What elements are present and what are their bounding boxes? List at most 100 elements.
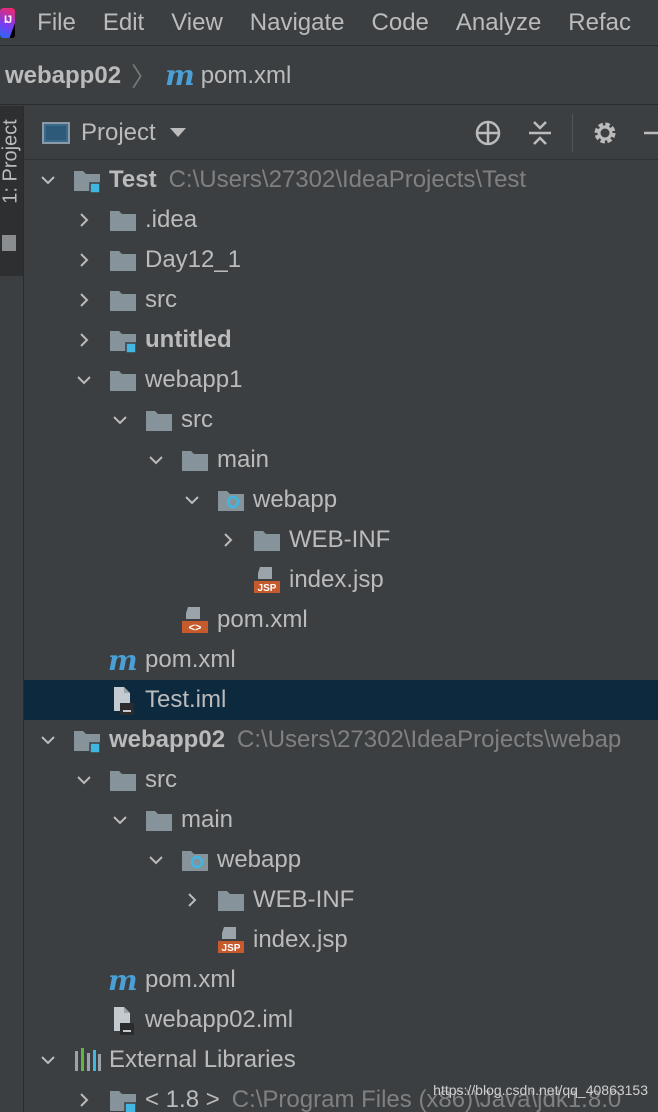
tree-row[interactable]: <> pom.xml <box>24 600 658 640</box>
chevron-right-icon[interactable] <box>72 320 96 360</box>
intellij-logo-icon[interactable]: IJ <box>0 7 16 38</box>
jdk-folder-icon <box>108 1085 138 1112</box>
tree-row[interactable]: webapp <box>24 840 658 880</box>
tree-path: C:\Users\27302\IdeaProjects\Test <box>168 166 527 193</box>
chevron-down-icon[interactable] <box>108 800 132 840</box>
folder-icon <box>252 525 282 555</box>
tree-row[interactable]: main <box>24 800 658 840</box>
tree-row[interactable]: Day12_1 <box>24 240 658 280</box>
svg-text:m: m <box>108 965 138 995</box>
folder-icon <box>180 445 210 475</box>
chevron-down-icon[interactable] <box>108 400 132 440</box>
tree-label: pom.xml <box>145 646 236 673</box>
folder-icon <box>108 285 138 315</box>
tree-label: Day12_1 <box>145 246 242 273</box>
tree-label: < 1.8 > <box>145 1086 220 1112</box>
tree-label: src <box>181 406 213 433</box>
collapse-all-icon[interactable] <box>525 118 555 148</box>
chevron-right-icon[interactable] <box>72 240 96 280</box>
tree-row[interactable]: m pom.xml <box>24 960 658 1000</box>
tree-row[interactable]: webapp <box>24 480 658 520</box>
hide-panel-icon[interactable] <box>640 118 658 148</box>
breadcrumb-separator: 〉 <box>131 62 158 92</box>
tree-label: .idea <box>145 206 198 233</box>
gear-icon[interactable] <box>590 118 620 148</box>
menu-code[interactable]: Code <box>372 9 429 37</box>
folder-icon <box>144 805 174 835</box>
chevron-down-icon[interactable] <box>169 128 186 137</box>
folder-icon <box>108 765 138 795</box>
tree-row[interactable]: main <box>24 440 658 480</box>
tree-row[interactable]: src <box>24 760 658 800</box>
menu-analyze[interactable]: Analyze <box>456 9 541 37</box>
menu-bar: IJ File Edit View Navigate Code Analyze … <box>0 0 658 46</box>
project-window-icon <box>42 121 70 144</box>
chevron-right-icon[interactable] <box>72 200 96 240</box>
tree-row[interactable]: WEB-INF <box>24 880 658 920</box>
tree-label: pom.xml <box>145 966 236 993</box>
tree-row[interactable]: JSP index.jsp <box>24 920 658 960</box>
tree-row[interactable]: src <box>24 400 658 440</box>
menu-file[interactable]: File <box>37 9 76 37</box>
chevron-down-icon[interactable] <box>180 480 204 520</box>
panel-title[interactable]: Project <box>81 119 156 147</box>
breadcrumb-project[interactable]: webapp02 <box>5 62 121 90</box>
tree-row[interactable]: Test C:\Users\27302\IdeaProjects\Test <box>24 160 658 200</box>
tree-row[interactable]: JSP index.jsp <box>24 560 658 600</box>
breadcrumb-file[interactable]: pom.xml <box>201 62 292 90</box>
tree-row[interactable]: WEB-INF <box>24 520 658 560</box>
svg-text:m: m <box>108 645 138 675</box>
tree-row[interactable]: untitled <box>24 320 658 360</box>
tree-row[interactable]: src <box>24 280 658 320</box>
tree-label: Test.iml <box>145 686 227 713</box>
tree-row[interactable]: webapp02 C:\Users\27302\IdeaProjects\weba… <box>24 720 658 760</box>
project-panel: Project Test C:\Users\27302\IdeaProjects\… <box>24 106 658 1112</box>
project-tree: Test C:\Users\27302\IdeaProjects\Test .ide… <box>24 160 658 1112</box>
chevron-down-icon[interactable] <box>36 160 60 200</box>
tree-row[interactable]: webapp1 <box>24 360 658 400</box>
chevron-right-icon[interactable] <box>72 280 96 320</box>
tree-path: C:\Users\27302\IdeaProjects\webap <box>237 726 622 753</box>
chevron-down-icon[interactable] <box>144 840 168 880</box>
chevron-right-icon[interactable] <box>216 520 240 560</box>
tree-row[interactable]: webapp02.iml <box>24 1000 658 1040</box>
tree-row[interactable]: m pom.xml <box>24 640 658 680</box>
tree-label: webapp02.iml <box>145 1006 294 1033</box>
project-tool-tab-label[interactable]: 1: Project <box>0 87 23 237</box>
tree-label: main <box>217 446 270 473</box>
locate-icon[interactable] <box>473 118 503 148</box>
chevron-down-icon[interactable] <box>36 720 60 760</box>
tree-label: main <box>181 806 234 833</box>
chevron-down-icon[interactable] <box>72 760 96 800</box>
tree-label: src <box>145 766 177 793</box>
watermark: https://blog.csdn.net/qq_40863153 <box>433 1082 648 1098</box>
menu-refactor[interactable]: Refac <box>568 9 631 37</box>
chevron-down-icon[interactable] <box>144 440 168 480</box>
web-folder-icon <box>216 485 246 515</box>
tree-row[interactable]: .idea <box>24 200 658 240</box>
menu-navigate[interactable]: Navigate <box>250 9 345 37</box>
folder-icon <box>2 235 16 251</box>
tree-label: External Libraries <box>109 1046 296 1073</box>
tree-label: WEB-INF <box>289 526 391 553</box>
iml-file-icon <box>108 685 138 715</box>
module-folder-icon <box>108 325 138 355</box>
jsp-file-icon: JSP <box>252 565 282 595</box>
chevron-right-icon[interactable] <box>180 880 204 920</box>
tree-label: webapp02 <box>109 726 226 753</box>
chevron-down-icon[interactable] <box>36 1040 60 1080</box>
tree-row[interactable]: External Libraries <box>24 1040 658 1080</box>
menu-edit[interactable]: Edit <box>103 9 144 37</box>
tree-label: WEB-INF <box>253 886 355 913</box>
menu-view[interactable]: View <box>171 9 223 37</box>
folder-icon <box>144 405 174 435</box>
module-folder-icon <box>72 165 102 195</box>
chevron-right-icon[interactable] <box>72 1080 96 1112</box>
chevron-down-icon[interactable] <box>72 360 96 400</box>
tree-row[interactable]: Test.iml <box>24 680 658 720</box>
folder-icon <box>108 365 138 395</box>
maven-icon: m <box>108 964 138 997</box>
